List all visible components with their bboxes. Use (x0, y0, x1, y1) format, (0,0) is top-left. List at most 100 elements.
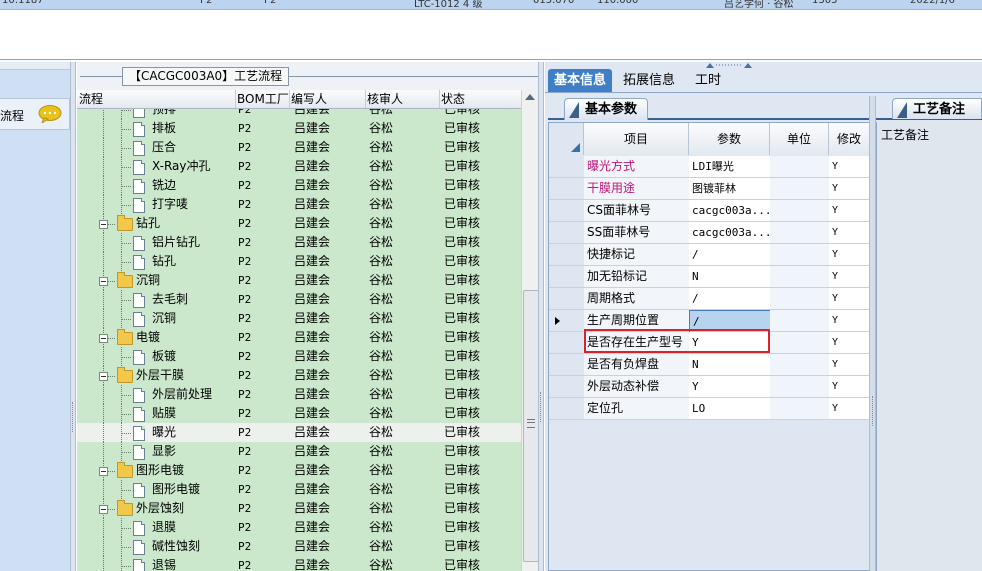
params-grid-row[interactable]: 快捷标记 / Y (549, 244, 869, 266)
row-indicator[interactable] (549, 266, 585, 288)
top-grid-row[interactable]: 10:1187 P2 P2 LTC-1012 4 级 015.070 110.000 吕艺学… (0, 0, 982, 10)
column-header-item[interactable]: 项目 (584, 123, 689, 155)
row-indicator[interactable] (549, 310, 585, 332)
param-unit[interactable] (770, 200, 833, 222)
tree-row[interactable]: 退膜 P2 吕建会 谷松 已审核 (77, 518, 521, 537)
column-header-param[interactable]: 参数 (689, 123, 770, 155)
row-indicator[interactable] (549, 244, 585, 266)
collapse-toggle-icon[interactable] (99, 334, 108, 343)
params-grid-row[interactable]: 曝光方式 LDI曝光 Y (549, 156, 869, 178)
tree-row[interactable]: 碱性蚀刻 P2 吕建会 谷松 已审核 (77, 537, 521, 556)
tree-row[interactable]: 压合 P2 吕建会 谷松 已审核 (77, 138, 521, 157)
column-header-unit[interactable]: 单位 (770, 123, 829, 155)
param-value[interactable]: LDI曝光 (689, 156, 774, 178)
param-unit[interactable] (770, 310, 833, 332)
tree-row[interactable]: 图形电镀 P2 吕建会 谷松 已审核 (77, 480, 521, 499)
tree-vertical-scrollbar[interactable] (521, 90, 539, 571)
tree-row[interactable]: 显影 P2 吕建会 谷松 已审核 (77, 442, 521, 461)
tree-row[interactable]: 贴膜 P2 吕建会 谷松 已审核 (77, 404, 521, 423)
param-modify[interactable]: Y (829, 332, 869, 354)
param-value[interactable]: / (689, 288, 774, 310)
params-grid-row[interactable]: 加无铅标记 N Y (549, 266, 869, 288)
tab-work-hours[interactable]: 工时 (689, 69, 727, 92)
param-unit[interactable] (770, 156, 833, 178)
param-modify[interactable]: Y (829, 244, 869, 266)
tree-row[interactable]: 沉铜 P2 吕建会 谷松 已审核 (77, 271, 521, 290)
collapse-toggle-icon[interactable] (99, 505, 108, 514)
grid-corner[interactable] (549, 123, 584, 155)
param-value[interactable]: N (689, 266, 774, 288)
tree-row[interactable]: 板镀 P2 吕建会 谷松 已审核 (77, 347, 521, 366)
scroll-up-arrow-icon[interactable] (525, 94, 535, 100)
tree-row[interactable]: 图形电镀 P2 吕建会 谷松 已审核 (77, 461, 521, 480)
tree-row[interactable]: 外层前处理 P2 吕建会 谷松 已审核 (77, 385, 521, 404)
param-modify[interactable]: Y (829, 354, 869, 376)
tree-row[interactable]: 外层干膜 P2 吕建会 谷松 已审核 (77, 366, 521, 385)
scroll-thumb[interactable] (523, 290, 539, 562)
param-modify[interactable]: Y (829, 310, 869, 332)
left-splitter[interactable] (70, 62, 76, 571)
tab-extended-info[interactable]: 拓展信息 (617, 69, 681, 92)
column-header-status[interactable]: 状态 (439, 90, 521, 108)
params-grid-row[interactable]: 定位孔 LO Y (549, 398, 869, 420)
row-indicator[interactable] (549, 156, 585, 178)
row-indicator[interactable] (549, 200, 585, 222)
param-value[interactable]: 图镀菲林 (689, 178, 774, 200)
middle-splitter[interactable] (538, 62, 544, 571)
row-indicator[interactable] (549, 222, 585, 244)
param-modify[interactable]: Y (829, 178, 869, 200)
param-value[interactable]: Y (689, 376, 774, 398)
left-panel-tab-process[interactable]: 流程 (0, 98, 70, 130)
param-modify[interactable]: Y (829, 376, 869, 398)
tree-row[interactable]: 铝片钻孔 P2 吕建会 谷松 已审核 (77, 233, 521, 252)
params-grid-row[interactable]: 外层动态补偿 Y Y (549, 376, 869, 398)
params-grid-row[interactable]: SS面菲林号 cacgc003a... Y (549, 222, 869, 244)
tree-row[interactable]: 铣边 P2 吕建会 谷松 已审核 (77, 176, 521, 195)
row-indicator[interactable] (549, 332, 585, 354)
param-value[interactable]: N (689, 354, 774, 376)
param-modify[interactable]: Y (829, 156, 869, 178)
notes-splitter[interactable] (869, 96, 876, 571)
params-grid-row[interactable]: CS面菲林号 cacgc003a... Y (549, 200, 869, 222)
tree-row[interactable]: 钻孔 P2 吕建会 谷松 已审核 (77, 252, 521, 271)
param-modify[interactable]: Y (829, 200, 869, 222)
column-header-writer[interactable]: 编写人 (289, 90, 366, 108)
collapse-toggle-icon[interactable] (99, 220, 108, 229)
row-indicator[interactable] (549, 178, 585, 200)
tree-row[interactable]: 曝光 P2 吕建会 谷松 已审核 (77, 423, 521, 442)
row-indicator[interactable] (549, 288, 585, 310)
param-unit[interactable] (770, 354, 833, 376)
top-resize-grip-icon[interactable] (704, 62, 754, 68)
params-grid-row[interactable]: 周期格式 / Y (549, 288, 869, 310)
tree-row[interactable]: 退锡 P2 吕建会 谷松 已审核 (77, 556, 521, 571)
row-indicator[interactable] (549, 398, 585, 420)
param-value[interactable]: / (689, 244, 774, 266)
param-unit[interactable] (770, 376, 833, 398)
param-unit[interactable] (770, 266, 833, 288)
tree-row[interactable]: 排板 P2 吕建会 谷松 已审核 (77, 119, 521, 138)
param-unit[interactable] (770, 178, 833, 200)
collapse-toggle-icon[interactable] (99, 277, 108, 286)
tree-row[interactable]: 沉铜 P2 吕建会 谷松 已审核 (77, 309, 521, 328)
params-grid-row[interactable]: 干膜用途 图镀菲林 Y (549, 178, 869, 200)
params-grid-row[interactable]: 是否有负焊盘 N Y (549, 354, 869, 376)
param-unit[interactable] (770, 398, 833, 420)
param-modify[interactable]: Y (829, 222, 869, 244)
tree-row[interactable]: 外层蚀刻 P2 吕建会 谷松 已审核 (77, 499, 521, 518)
param-unit[interactable] (770, 244, 833, 266)
param-unit[interactable] (770, 288, 833, 310)
collapse-toggle-icon[interactable] (99, 372, 108, 381)
tree-row[interactable]: 打字唛 P2 吕建会 谷松 已审核 (77, 195, 521, 214)
row-indicator[interactable] (549, 376, 585, 398)
column-header-process[interactable]: 流程 (77, 90, 236, 108)
tab-basic-params[interactable]: 基本参数 (564, 98, 649, 120)
param-value[interactable]: LO (689, 398, 774, 420)
column-header-modify[interactable]: 修改 (829, 123, 869, 155)
param-unit[interactable] (770, 332, 833, 354)
tab-basic-info[interactable]: 基本信息 (548, 69, 613, 92)
param-modify[interactable]: Y (829, 288, 869, 310)
tree-row[interactable]: 去毛刺 P2 吕建会 谷松 已审核 (77, 290, 521, 309)
tab-process-notes[interactable]: 工艺备注 (892, 98, 982, 119)
column-header-bom-factory[interactable]: BOM工厂 (235, 90, 290, 108)
process-notes-panel[interactable]: 工艺备注 (876, 122, 982, 571)
